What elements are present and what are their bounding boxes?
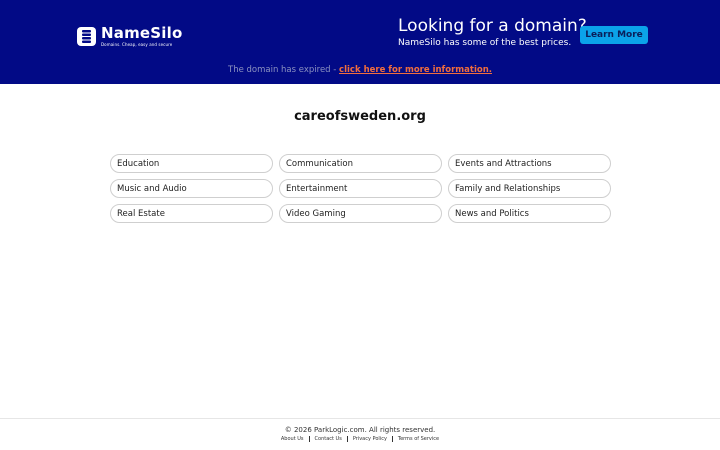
- footer-links: About Us Contact Us Privacy Policy Terms…: [0, 436, 720, 442]
- copyright-text: © 2026 ParkLogic.com. All rights reserve…: [284, 426, 436, 434]
- expired-notice: The domain has expired - click here for …: [0, 65, 720, 75]
- category-video-gaming[interactable]: Video Gaming: [279, 204, 442, 223]
- category-real-estate[interactable]: Real Estate: [110, 204, 273, 223]
- category-news-and-politics[interactable]: News and Politics: [448, 204, 611, 223]
- category-education[interactable]: Education: [110, 154, 273, 173]
- promo-subtitle: NameSilo has some of the best prices.: [398, 38, 572, 48]
- domain-title: careofsweden.org: [294, 109, 426, 124]
- footer-divider: [0, 418, 720, 419]
- about-us-link[interactable]: About Us: [276, 436, 309, 442]
- category-communication[interactable]: Communication: [279, 154, 442, 173]
- header-banner: NameSilo Domains. Cheap, easy and secure…: [0, 0, 720, 84]
- contact-us-link[interactable]: Contact Us: [310, 436, 347, 442]
- category-grid: Education Communication Events and Attra…: [110, 154, 611, 223]
- category-events-and-attractions[interactable]: Events and Attractions: [448, 154, 611, 173]
- privacy-policy-link[interactable]: Privacy Policy: [348, 436, 392, 442]
- logo-tagline: Domains. Cheap, easy and secure: [101, 41, 173, 47]
- category-entertainment[interactable]: Entertainment: [279, 179, 442, 198]
- terms-of-service-link[interactable]: Terms of Service: [393, 436, 444, 442]
- category-music-and-audio[interactable]: Music and Audio: [110, 179, 273, 198]
- namesilo-logo[interactable]: NameSilo Domains. Cheap, easy and secure: [77, 24, 182, 48]
- learn-more-button[interactable]: Learn More: [580, 26, 648, 44]
- expired-text: The domain has expired -: [228, 65, 340, 75]
- logo-name: NameSilo: [101, 23, 183, 42]
- promo-title: Looking for a domain?: [398, 16, 587, 36]
- more-information-link[interactable]: click here for more information.: [339, 65, 492, 75]
- namesilo-logo-icon: [77, 26, 96, 46]
- category-family-and-relationships[interactable]: Family and Relationships: [448, 179, 611, 198]
